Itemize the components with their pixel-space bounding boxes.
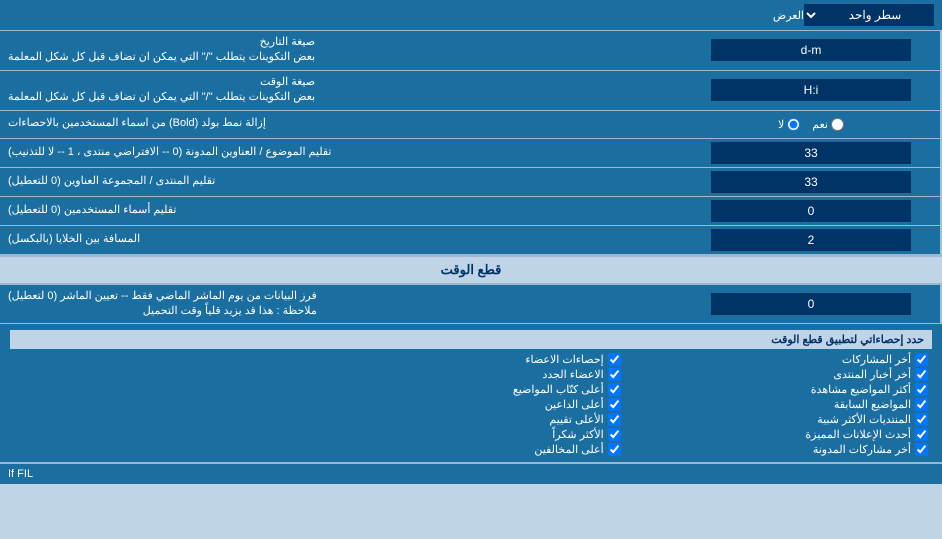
last-posts-checkbox[interactable] <box>915 353 928 366</box>
list-item: الأكثر شكراً <box>321 428 620 441</box>
similar-forums-checkbox[interactable] <box>915 413 928 426</box>
recent-ads-checkbox[interactable] <box>915 428 928 441</box>
forum-sort-input-wrap <box>682 168 942 196</box>
date-format-label: صيغة التاريخ بعض التكوينات يتطلب "/" الت… <box>0 31 682 70</box>
forum-sort-label: تقليم المنتدى / المجموعة العناوين (0 للت… <box>0 168 682 196</box>
topic-sort-input[interactable] <box>711 142 911 164</box>
forum-news-label: أخر أخبار المنتدى <box>833 368 911 381</box>
main-container: سطر واحد العرض صيغة التاريخ بعض التكوينا… <box>0 0 942 484</box>
top-rated-label: الأعلى تقييم <box>549 413 603 426</box>
last-shared-label: أخر مشاركات المدونة <box>813 443 911 456</box>
stats-header: حدد إحصاءاتي لتطبيق قطع الوقت <box>10 330 932 349</box>
old-topics-checkbox[interactable] <box>915 398 928 411</box>
top-rated-checkbox[interactable] <box>608 413 621 426</box>
header-label: العرض <box>8 9 804 22</box>
date-format-input[interactable] <box>711 39 911 61</box>
list-item: الاعضاء الجدد <box>321 368 620 381</box>
time-format-label: صيغة الوقت بعض التكوينات يتطلب "/" التي … <box>0 71 682 110</box>
topic-sort-row: تقليم الموضوع / العناوين المدونة (0 -- ا… <box>0 139 942 168</box>
list-item: أكثر المواضيع مشاهدة <box>629 383 928 396</box>
top-posters-label: أعلى كتّاب المواضيع <box>513 383 604 396</box>
bold-remove-radio-wrap: نعم لا <box>682 111 942 138</box>
recent-ads-label: أحدث الإعلانات المميزة <box>805 428 911 441</box>
member-stats-label: إحصاءات الاعضاء <box>525 353 603 366</box>
old-topics-label: المواضيع السابقة <box>834 398 911 411</box>
topic-sort-label: تقليم الموضوع / العناوين المدونة (0 -- ا… <box>0 139 682 167</box>
topic-sort-input-wrap <box>682 139 942 167</box>
stats-col-3 <box>10 353 317 456</box>
new-members-checkbox[interactable] <box>608 368 621 381</box>
list-item: إحصاءات الاعضاء <box>321 353 620 366</box>
forum-sort-input[interactable] <box>711 171 911 193</box>
date-format-input-wrap <box>682 31 942 70</box>
top-online-checkbox[interactable] <box>608 398 621 411</box>
list-item: أخر المشاركات <box>629 353 928 366</box>
realtime-row: فرز البيانات من يوم الماشر الماضي فقط --… <box>0 285 942 325</box>
display-select[interactable]: سطر واحد <box>804 4 934 26</box>
list-item: أحدث الإعلانات المميزة <box>629 428 928 441</box>
top-lurkers-label: أعلى المخالفين <box>534 443 603 456</box>
display-select-wrap: سطر واحد <box>804 4 934 26</box>
header-section: سطر واحد العرض <box>0 0 942 31</box>
bold-no-label[interactable]: لا <box>778 118 800 131</box>
time-format-row: صيغة الوقت بعض التكوينات يتطلب "/" التي … <box>0 71 942 111</box>
last-posts-label: أخر المشاركات <box>842 353 911 366</box>
realtime-label: فرز البيانات من يوم الماشر الماضي فقط --… <box>0 285 682 324</box>
bold-no-radio[interactable] <box>787 118 800 131</box>
cell-padding-input[interactable] <box>711 229 911 251</box>
list-item: أخر أخبار المنتدى <box>629 368 928 381</box>
list-item: أخر مشاركات المدونة <box>629 443 928 456</box>
bold-yes-radio[interactable] <box>831 118 844 131</box>
list-item: أعلى الداعين <box>321 398 620 411</box>
stats-grid: أخر المشاركات أخر أخبار المنتدى أكثر الم… <box>10 353 932 456</box>
user-sort-input[interactable] <box>711 200 911 222</box>
forum-sort-row: تقليم المنتدى / المجموعة العناوين (0 للت… <box>0 168 942 197</box>
list-item: المنتديات الأكثر شبية <box>629 413 928 426</box>
user-sort-input-wrap <box>682 197 942 225</box>
bold-remove-label: إزالة نمط بولد (Bold) من اسماء المستخدمي… <box>0 111 682 138</box>
bold-remove-row: نعم لا إزالة نمط بولد (Bold) من اسماء ال… <box>0 111 942 139</box>
most-viewed-label: أكثر المواضيع مشاهدة <box>811 383 911 396</box>
stats-col-1: أخر المشاركات أخر أخبار المنتدى أكثر الم… <box>625 353 932 456</box>
time-format-input[interactable] <box>711 79 911 101</box>
list-item: المواضيع السابقة <box>629 398 928 411</box>
cell-padding-label: المسافة بين الخلايا (بالبكسل) <box>0 226 682 254</box>
realtime-section-header: قطع الوقت <box>0 255 942 285</box>
bold-yes-label[interactable]: نعم <box>812 118 844 131</box>
top-lurkers-checkbox[interactable] <box>608 443 621 456</box>
top-posters-checkbox[interactable] <box>608 383 621 396</box>
time-format-input-wrap <box>682 71 942 110</box>
cell-padding-input-wrap <box>682 226 942 254</box>
member-stats-checkbox[interactable] <box>608 353 621 366</box>
cell-padding-row: المسافة بين الخلايا (بالبكسل) <box>0 226 942 255</box>
stats-section: حدد إحصاءاتي لتطبيق قطع الوقت أخر المشار… <box>0 324 942 463</box>
most-thanks-label: الأكثر شكراً <box>552 428 603 441</box>
list-item: الأعلى تقييم <box>321 413 620 426</box>
stats-col-2: إحصاءات الاعضاء الاعضاء الجدد أعلى كتّاب… <box>317 353 624 456</box>
most-viewed-checkbox[interactable] <box>915 383 928 396</box>
last-shared-checkbox[interactable] <box>915 443 928 456</box>
user-sort-row: تقليم أسماء المستخدمين (0 للتعطيل) <box>0 197 942 226</box>
top-online-label: أعلى الداعين <box>545 398 604 411</box>
footer-text: If FIL <box>8 468 33 480</box>
user-sort-label: تقليم أسماء المستخدمين (0 للتعطيل) <box>0 197 682 225</box>
date-format-row: صيغة التاريخ بعض التكوينات يتطلب "/" الت… <box>0 31 942 71</box>
realtime-input-wrap <box>682 285 942 324</box>
forum-news-checkbox[interactable] <box>915 368 928 381</box>
footer-bar: If FIL <box>0 463 942 484</box>
realtime-input[interactable] <box>711 293 911 315</box>
list-item: أعلى كتّاب المواضيع <box>321 383 620 396</box>
new-members-label: الاعضاء الجدد <box>542 368 603 381</box>
bold-radio-group: نعم لا <box>778 118 844 131</box>
list-item: أعلى المخالفين <box>321 443 620 456</box>
most-thanks-checkbox[interactable] <box>608 428 621 441</box>
similar-forums-label: المنتديات الأكثر شبية <box>817 413 911 426</box>
